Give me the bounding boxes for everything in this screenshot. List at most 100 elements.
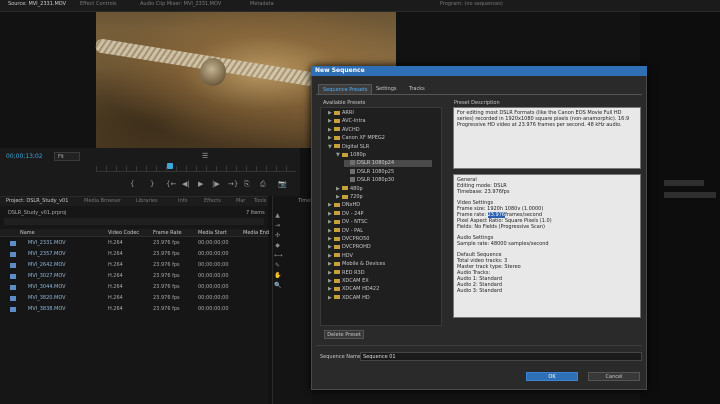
- zoom-icon[interactable]: 🔍: [274, 282, 281, 289]
- ripple-icon[interactable]: ✣: [274, 232, 281, 239]
- clip-media-start: 00;00;00;00: [198, 273, 229, 279]
- step-back-icon[interactable]: ◀|: [182, 180, 190, 188]
- column-media-start[interactable]: Media Start: [198, 230, 227, 236]
- clip-name: MVI_3838.MOV: [28, 306, 66, 312]
- preset-label: XDCAM HD422: [342, 286, 380, 293]
- column-frame-rate[interactable]: Frame Rate: [153, 230, 182, 236]
- clip-codec: H.264: [108, 306, 123, 312]
- clip-media-start: 00;00;00;00: [198, 284, 229, 290]
- tab-source-monitor[interactable]: Source: MVI_2331.MOV: [8, 1, 66, 7]
- mark-out-icon[interactable]: }: [150, 180, 154, 188]
- sequence-name-input[interactable]: Sequence 01: [360, 352, 642, 361]
- time-ruler[interactable]: [96, 166, 296, 172]
- preset-label: DV - PAL: [342, 227, 364, 234]
- preset-item-dslr-1080p24[interactable]: DSLR 1080p24: [344, 160, 432, 168]
- mark-in-icon[interactable]: {: [130, 180, 134, 188]
- preset-item-dslr-1080p30[interactable]: DSLR 1080p30: [344, 177, 432, 184]
- selection-icon[interactable]: ▲: [274, 212, 281, 219]
- tab-media-browser[interactable]: Media Browser: [84, 198, 121, 204]
- detail-line: Audio 3: Standard: [457, 288, 503, 294]
- tab-info[interactable]: Info: [178, 198, 187, 204]
- preset-item-dv-pal[interactable]: ▶ DV - PAL: [328, 228, 432, 235]
- preset-label: DSLR 1080p30: [357, 177, 395, 184]
- preset-item-1080p[interactable]: ▼ 1080p: [336, 152, 432, 159]
- delete-preset-button[interactable]: Delete Preset: [324, 330, 364, 339]
- column-media-end[interactable]: Media End: [243, 230, 269, 236]
- tab-metadata[interactable]: Metadata: [250, 1, 274, 7]
- camera-icon[interactable]: 📷: [278, 180, 287, 188]
- preset-item-xdcam-hd[interactable]: ▶ XDCAM HD: [328, 295, 432, 302]
- preset-item-digital-slr[interactable]: ▼ Digital SLR: [328, 144, 432, 151]
- tab-tools[interactable]: Tools: [254, 198, 266, 204]
- preset-item-dvcprohd[interactable]: ▶ DVCPROHD: [328, 244, 432, 251]
- track-select-icon[interactable]: ⇥: [274, 222, 281, 229]
- preset-label: XDCAM HD: [342, 294, 370, 301]
- preset-item-hdv[interactable]: ▶ HDV: [328, 253, 432, 260]
- preset-item-red-r3d[interactable]: ▶ RED R3D: [328, 270, 432, 277]
- razor-icon[interactable]: ◆: [274, 242, 281, 249]
- dialog-divider: [316, 345, 642, 346]
- meter-bar: [664, 192, 716, 198]
- hand-icon[interactable]: ✋: [274, 272, 281, 279]
- clip-name: MVI_2642.MOV: [28, 262, 66, 268]
- preset-item-avc-intra[interactable]: ▶ AVC-Intra: [328, 118, 432, 125]
- preset-item-720p[interactable]: ▶ 720p: [336, 194, 432, 201]
- overwrite-icon[interactable]: ⎙: [260, 180, 266, 189]
- cancel-button[interactable]: Cancel: [588, 372, 640, 381]
- tab-tracks[interactable]: Tracks: [405, 84, 429, 94]
- preset-item-xdcam-hd422[interactable]: ▶ XDCAM HD422: [328, 286, 432, 293]
- tab-effects[interactable]: Effects: [204, 198, 221, 204]
- preset-item-canon-xf-mpeg2[interactable]: ▶ Canon XF MPEG2: [328, 135, 432, 142]
- tab-libraries[interactable]: Libraries: [136, 198, 158, 204]
- preset-file-icon: [350, 168, 355, 174]
- go-to-in-icon[interactable]: {←: [166, 180, 176, 188]
- preset-item-dv-24p[interactable]: ▶ DV - 24P: [328, 211, 432, 218]
- tab-settings[interactable]: Settings: [372, 84, 401, 94]
- preset-item-dv-ntsc[interactable]: ▶ DV - NTSC: [328, 219, 432, 226]
- preset-item-mobile-devices[interactable]: ▶ Mobile & Devices: [328, 261, 432, 268]
- slip-icon[interactable]: ⟷: [274, 252, 283, 259]
- timeline-tab[interactable]: Timel: [298, 198, 312, 204]
- tab-effect-controls[interactable]: Effect Controls: [80, 1, 117, 7]
- step-forward-icon[interactable]: |▶: [212, 180, 220, 188]
- preset-details-text[interactable]: General Editing mode: DSLR Timebase: 23.97…: [453, 174, 641, 318]
- preset-item-xdcam-ex[interactable]: ▶ XDCAM EX: [328, 278, 432, 285]
- knot-image: [200, 58, 226, 86]
- settings-icon[interactable]: ☰: [202, 152, 208, 160]
- preset-item-dslr-1080p25[interactable]: DSLR 1080p25: [344, 168, 432, 176]
- play-icon[interactable]: ▶: [198, 180, 203, 188]
- tab-project[interactable]: Project: DSLR_Study_v01: [6, 198, 68, 204]
- go-to-out-icon[interactable]: →}: [228, 180, 238, 188]
- preset-item-dvcpro50[interactable]: ▶ DVCPRO50: [328, 236, 432, 243]
- column-name[interactable]: Name: [20, 230, 35, 236]
- preset-label: AVCHD: [342, 126, 360, 133]
- clip-icon: [10, 307, 16, 312]
- clip-codec: H.264: [108, 251, 123, 257]
- tab-program-monitor[interactable]: Program: (no sequences): [440, 1, 503, 7]
- preset-label: Canon XF MPEG2: [342, 135, 385, 142]
- preset-tree-scrollbar[interactable]: [442, 107, 447, 326]
- preset-label: HDV: [342, 252, 353, 259]
- ok-button[interactable]: OK: [526, 372, 578, 381]
- clip-icon: [10, 285, 16, 290]
- zoom-fit-select[interactable]: Fit: [54, 152, 80, 161]
- preset-file-icon: [350, 160, 355, 166]
- insert-icon[interactable]: ⎘: [244, 180, 250, 189]
- clip-name: MVI_3044.MOV: [28, 284, 66, 290]
- tab-sequence-presets[interactable]: Sequence Presets: [318, 84, 373, 94]
- clip-media-start: 00;00;00;00: [198, 262, 229, 268]
- folder-icon: [334, 118, 340, 123]
- playhead-timecode[interactable]: 00;00;13;02: [6, 153, 43, 160]
- clip-name: MVI_3027.MOV: [28, 273, 66, 279]
- pen-icon[interactable]: ✎: [274, 262, 281, 269]
- tab-markers[interactable]: Mar: [236, 198, 245, 204]
- project-search-input[interactable]: [4, 218, 264, 225]
- preset-item-480p[interactable]: ▶ 480p: [336, 186, 432, 193]
- preset-item-avchd[interactable]: ▶ AVCHD: [328, 127, 432, 134]
- column-video-codec[interactable]: Video Codec: [108, 230, 139, 236]
- playhead-icon[interactable]: [167, 163, 173, 169]
- tab-audio-clip-mixer[interactable]: Audio Clip Mixer: MVI_2331.MOV: [140, 1, 221, 7]
- clip-media-start: 00;00;00;00: [198, 240, 229, 246]
- preset-item-dnxhd[interactable]: ▶ DNxHD: [328, 202, 432, 209]
- preset-item-arri[interactable]: ▶ ARRI: [328, 110, 432, 117]
